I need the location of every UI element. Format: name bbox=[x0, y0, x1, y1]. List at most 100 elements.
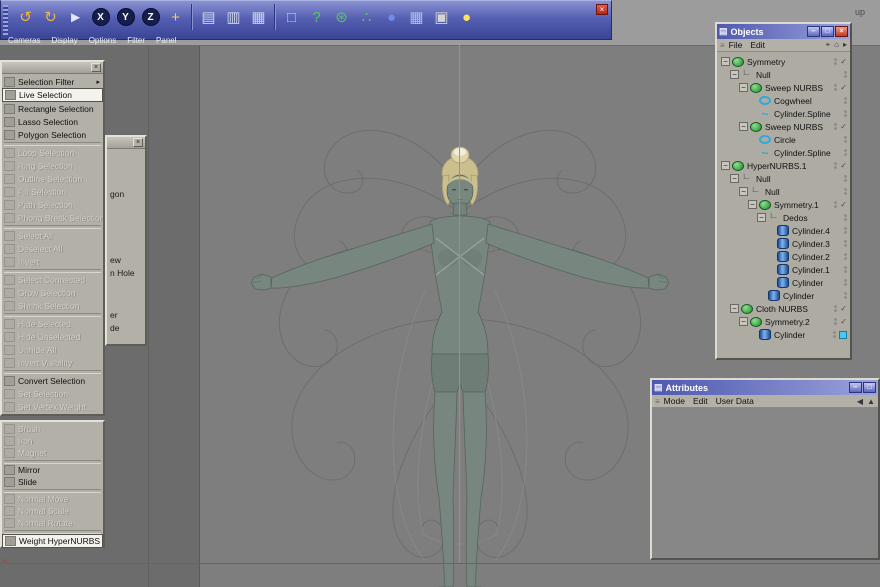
object-tree-item[interactable]: − Null ✓ bbox=[717, 184, 850, 198]
menu-item[interactable]: Hide Selected ▸ bbox=[2, 317, 103, 330]
visibility-dots[interactable] bbox=[844, 188, 847, 195]
lock-y-axis-icon[interactable]: Y bbox=[113, 4, 138, 30]
array-tools-icon[interactable]: ∴ bbox=[354, 4, 379, 30]
menu-item[interactable]: Invert ▸ bbox=[2, 255, 103, 268]
menu-item[interactable]: Rectangle Selection ▸ bbox=[2, 102, 103, 115]
visibility-dots[interactable] bbox=[844, 136, 847, 143]
light-icon[interactable]: ● bbox=[454, 4, 479, 30]
menu-item[interactable]: Phong Break Selection ▸ bbox=[2, 211, 103, 224]
menubar-item[interactable]: User Data bbox=[716, 396, 754, 406]
collapse-icon[interactable]: − bbox=[721, 161, 730, 170]
menu-item-fragment[interactable]: er bbox=[110, 310, 118, 320]
object-tree-item[interactable]: − Cylinder ✓ bbox=[717, 289, 850, 302]
modeling-tools-icon[interactable]: ⊛ bbox=[329, 4, 354, 30]
menu-item[interactable]: Set Vertex Weight... ▸ bbox=[2, 400, 103, 413]
collapse-icon[interactable]: − bbox=[739, 187, 748, 196]
collapse-icon[interactable]: − bbox=[730, 174, 739, 183]
maximize-button[interactable]: □ bbox=[863, 382, 876, 393]
cube-primitive-icon[interactable]: □ bbox=[279, 4, 304, 30]
home-icon[interactable]: ⌂ bbox=[834, 40, 839, 50]
visibility-dots[interactable] bbox=[834, 318, 838, 325]
menu-item[interactable]: Shrink Selection ▸ bbox=[2, 299, 103, 312]
visibility-dots[interactable] bbox=[844, 227, 847, 234]
visibility-dots[interactable] bbox=[844, 97, 847, 104]
visibility-dots[interactable] bbox=[844, 214, 847, 221]
object-tree-item[interactable]: − HyperNURBS.1 ✓ bbox=[717, 159, 850, 172]
objects-titlebar[interactable]: ▤ Objects – □ × bbox=[717, 24, 850, 39]
undo-icon[interactable]: ↺ bbox=[13, 4, 38, 30]
close-icon[interactable]: × bbox=[133, 138, 143, 147]
menubar-item[interactable]: Edit bbox=[750, 40, 765, 50]
enabled-check-icon[interactable]: ✓ bbox=[840, 317, 847, 327]
menu-item[interactable]: Live Selection ▸ bbox=[2, 88, 103, 102]
menu-item[interactable]: Fill Selection ▸ bbox=[2, 185, 103, 198]
visibility-dots[interactable] bbox=[834, 162, 838, 169]
object-tree-item[interactable]: − Cylinder ✓ bbox=[717, 276, 850, 289]
tool-menu-item[interactable]: Iron bbox=[2, 435, 103, 447]
menu-item[interactable]: Select All ▸ bbox=[2, 229, 103, 242]
visibility-dots[interactable] bbox=[834, 123, 838, 130]
visibility-dots[interactable] bbox=[844, 110, 847, 117]
menu-item-fragment[interactable]: n Hole bbox=[110, 268, 135, 278]
camera-icon[interactable]: ▣ bbox=[429, 4, 454, 30]
viewport-menu-item[interactable]: Panel bbox=[156, 36, 176, 45]
menu-item[interactable]: Path Selection ▸ bbox=[2, 198, 103, 211]
object-tree-item[interactable]: − Cylinder.1 ✓ bbox=[717, 263, 850, 276]
menu-item-fragment[interactable]: ew bbox=[110, 255, 121, 265]
selection-tag[interactable] bbox=[839, 330, 847, 339]
object-tree-item[interactable]: − Dedos ✓ bbox=[717, 210, 850, 224]
viewport-menu-item[interactable]: Options bbox=[89, 36, 117, 45]
back-icon[interactable]: ◀ bbox=[857, 397, 863, 406]
menu-item[interactable]: Set Selection ▸ bbox=[2, 387, 103, 400]
enabled-check-icon[interactable]: ✓ bbox=[840, 122, 847, 132]
collapse-icon[interactable]: − bbox=[730, 70, 739, 79]
render-settings-icon[interactable]: ▦ bbox=[246, 4, 271, 30]
visibility-dots[interactable] bbox=[844, 266, 847, 273]
collapse-icon[interactable]: − bbox=[721, 57, 730, 66]
attributes-titlebar[interactable]: ▤ Attributes – □ bbox=[652, 380, 878, 395]
collapse-icon[interactable]: − bbox=[730, 304, 739, 313]
close-button[interactable]: × bbox=[835, 26, 848, 37]
menu-item-fragment[interactable]: gon bbox=[110, 189, 124, 199]
object-tree-item[interactable]: − Cloth NURBS ✓ bbox=[717, 302, 850, 315]
lock-icon[interactable]: ▲ bbox=[867, 397, 875, 406]
close-icon[interactable]: × bbox=[596, 4, 608, 15]
menu-item[interactable]: Convert Selection ▸ bbox=[2, 374, 103, 387]
render-view-icon[interactable]: ▤ bbox=[196, 4, 221, 30]
visibility-dots[interactable] bbox=[834, 84, 838, 91]
object-tree-item[interactable]: − Symmetry.2 ✓ bbox=[717, 315, 850, 328]
tool-menu-item[interactable]: Brush bbox=[2, 423, 103, 435]
menu-item[interactable]: Grow Selection ▸ bbox=[2, 286, 103, 299]
object-tree-item[interactable]: − Cylinder.Spline ✓ bbox=[717, 107, 850, 120]
object-tree-item[interactable]: − Sweep NURBS ✓ bbox=[717, 120, 850, 133]
object-tree-item[interactable]: − Null ✓ bbox=[717, 171, 850, 185]
redo-icon[interactable]: ↻ bbox=[38, 4, 63, 30]
object-tree-item[interactable]: − Sweep NURBS ✓ bbox=[717, 81, 850, 94]
menu-item[interactable]: Selection Filter ▸ bbox=[2, 75, 103, 88]
collapse-icon[interactable]: − bbox=[757, 213, 766, 222]
render-picture-viewer-icon[interactable]: ▥ bbox=[221, 4, 246, 30]
viewport-menu-item[interactable]: Display bbox=[51, 36, 77, 45]
menu-item[interactable]: Outline Selection ▸ bbox=[2, 172, 103, 185]
object-tree-item[interactable]: − Cylinder.3 ✓ bbox=[717, 237, 850, 250]
lock-x-axis-icon[interactable]: X bbox=[88, 4, 113, 30]
collapse-icon[interactable]: − bbox=[748, 200, 757, 209]
object-tree-item[interactable]: − Cylinder.2 ✓ bbox=[717, 250, 850, 263]
coordinate-system-icon[interactable]: + bbox=[163, 4, 188, 30]
menu-item[interactable]: Lasso Selection ▸ bbox=[2, 115, 103, 128]
tool-menu-item[interactable]: Weight HyperNURBS bbox=[2, 534, 103, 548]
visibility-dots[interactable] bbox=[844, 175, 847, 182]
enabled-check-icon[interactable]: ✓ bbox=[840, 304, 847, 314]
visibility-dots[interactable] bbox=[844, 253, 847, 260]
menu-item[interactable]: Invert Visibility ▸ bbox=[2, 356, 103, 369]
torn-panel-titlebar[interactable]: × bbox=[107, 137, 145, 149]
menu-item[interactable]: Deselect All ▸ bbox=[2, 242, 103, 255]
tool-menu-item[interactable]: Normal Rotate bbox=[2, 517, 103, 529]
enabled-check-icon[interactable]: ✓ bbox=[840, 57, 847, 67]
menu-item-fragment[interactable]: de bbox=[110, 323, 119, 333]
visibility-dots[interactable] bbox=[834, 305, 838, 312]
lock-z-axis-icon[interactable]: Z bbox=[138, 4, 163, 30]
minimize-button[interactable]: – bbox=[849, 382, 862, 393]
tool-menu-item[interactable]: Mirror bbox=[2, 464, 103, 476]
visibility-dots[interactable] bbox=[833, 331, 836, 338]
